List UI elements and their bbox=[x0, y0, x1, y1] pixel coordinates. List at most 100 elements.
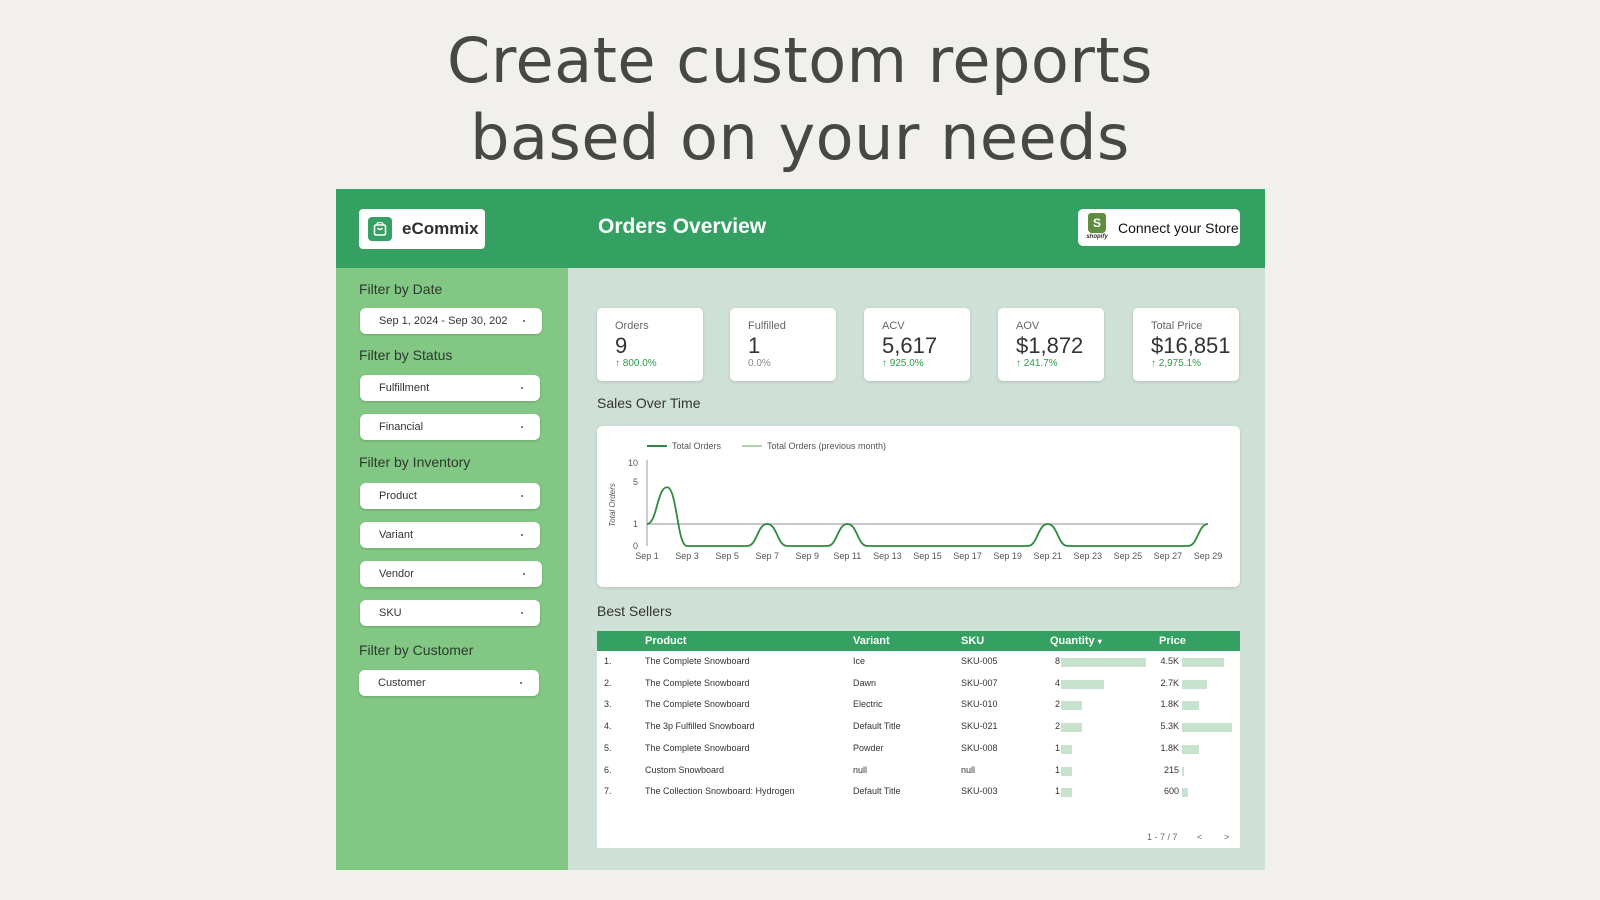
column-header-variant[interactable]: Variant bbox=[853, 635, 890, 647]
row-index: 7. bbox=[604, 786, 612, 797]
variant-label: Variant bbox=[379, 529, 414, 541]
quantity-bar bbox=[1061, 679, 1104, 689]
quantity-value: 2 bbox=[1055, 699, 1061, 710]
arrow-up-icon: ↑ bbox=[1016, 358, 1021, 369]
quantity-bar bbox=[1061, 701, 1083, 711]
brand-name: eCommix bbox=[402, 219, 479, 238]
x-tick-label: Sep 11 bbox=[833, 551, 861, 561]
kpi-change: ↑ 241.7% bbox=[1016, 358, 1058, 369]
table-row[interactable]: 1. The Complete Snowboard Ice SKU-005 8 4.5K bbox=[597, 652, 1240, 673]
x-tick-label: Sep 21 bbox=[1033, 551, 1062, 561]
kpi-label: Orders bbox=[615, 320, 649, 332]
sku-cell: null bbox=[961, 764, 976, 775]
product-cell: The Complete Snowboard bbox=[645, 699, 750, 710]
filter-status-title: Filter by Status bbox=[359, 347, 453, 363]
sku-cell: SKU-010 bbox=[961, 699, 998, 710]
row-index: 5. bbox=[604, 742, 612, 753]
row-index: 1. bbox=[604, 656, 612, 666]
sales-section-title: Sales Over Time bbox=[597, 395, 701, 411]
sku-label: SKU bbox=[379, 607, 402, 619]
product-cell: The Complete Snowboard bbox=[645, 656, 750, 666]
variant-cell: Default Title bbox=[853, 786, 901, 797]
x-tick-label: Sep 9 bbox=[796, 551, 820, 561]
y-tick-label: 0 bbox=[633, 541, 638, 551]
x-tick-label: Sep 25 bbox=[1114, 551, 1143, 561]
column-header-quantity[interactable]: Quantity ▾ bbox=[1050, 635, 1102, 647]
financial-label: Financial bbox=[379, 421, 424, 433]
sku-cell: SKU-005 bbox=[961, 656, 998, 666]
table-row[interactable]: 7. The Collection Snowboard: Hydrogen Defa… bbox=[597, 782, 1240, 803]
kpi-card-aov: AOV $1,872 ↑ 241.7% bbox=[998, 308, 1104, 381]
sku-cell: SKU-008 bbox=[961, 742, 998, 753]
table-row[interactable]: 2. The Complete Snowboard Dawn SKU-007 4 2.7K bbox=[597, 674, 1240, 695]
kpi-card-orders: Orders 9 ↑ 800.0% bbox=[597, 308, 703, 381]
column-header-sku[interactable]: SKU bbox=[961, 635, 984, 647]
headline-line-2: based on your needs bbox=[470, 101, 1130, 174]
product-dropdown[interactable]: Product bbox=[360, 483, 540, 509]
table-row[interactable]: 4. The 3p Fulfilled Snowboard Default Titl… bbox=[597, 717, 1240, 738]
table-row[interactable]: 5. The Complete Snowboard Powder SKU-008 1 1.… bbox=[597, 739, 1240, 760]
shopify-bag-icon: S bbox=[1088, 212, 1106, 233]
column-header-product[interactable]: Product bbox=[645, 635, 687, 647]
x-tick-label: Sep 27 bbox=[1154, 551, 1183, 561]
kpi-label: Fulfilled bbox=[748, 320, 786, 332]
product-cell: The Collection Snowboard: Hydrogen bbox=[645, 786, 795, 797]
x-tick-label: Sep 23 bbox=[1074, 551, 1103, 561]
shopify-icon: S shopify bbox=[1085, 212, 1109, 243]
variant-dropdown[interactable]: Variant bbox=[360, 522, 540, 548]
table-row[interactable]: 6. Custom Snowboard null null 1 215 bbox=[597, 761, 1240, 782]
sales-line-chart: 10510Total OrdersSep 1 Sep 3 Sep 5 Sep 7 Sep… bbox=[608, 441, 1222, 561]
prev-page-button[interactable]: < bbox=[1197, 832, 1202, 842]
quantity-value: 4 bbox=[1055, 677, 1061, 688]
price-value: 4.5K bbox=[1160, 656, 1179, 666]
chevron-down-icon bbox=[520, 682, 522, 684]
arrow-up-icon: ↑ bbox=[1151, 358, 1156, 369]
arrow-up-icon: ↑ bbox=[615, 358, 620, 369]
row-index: 3. bbox=[604, 699, 612, 710]
vendor-label: Vendor bbox=[379, 568, 414, 580]
chevron-down-icon bbox=[521, 612, 523, 614]
kpi-change: ↑ 2,975.1% bbox=[1151, 358, 1202, 369]
price-value: 2.7K bbox=[1160, 677, 1179, 688]
price-value: 1.8K bbox=[1160, 699, 1179, 710]
filter-inventory-title: Filter by Inventory bbox=[359, 454, 471, 470]
sku-dropdown[interactable]: SKU bbox=[360, 600, 540, 626]
connect-store-label: Connect your Store bbox=[1118, 219, 1239, 236]
chevron-down-icon bbox=[521, 426, 523, 428]
kpi-value: 5,617 bbox=[882, 333, 938, 358]
table-row[interactable]: 3. The Complete Snowboard Electric SKU-010 2… bbox=[597, 695, 1240, 716]
kpi-card-acv: ACV 5,617 ↑ 925.0% bbox=[864, 308, 970, 381]
quantity-bar bbox=[1061, 723, 1083, 733]
headline-line-1: Create custom reports bbox=[447, 24, 1153, 97]
price-bar bbox=[1182, 744, 1199, 754]
y-tick-label: 5 bbox=[633, 477, 638, 487]
customer-dropdown[interactable]: Customer bbox=[359, 670, 539, 696]
chevron-down-icon bbox=[521, 495, 523, 497]
chevron-down-icon bbox=[523, 573, 525, 575]
chevron-down-icon bbox=[521, 387, 523, 389]
kpi-card-total-price: Total Price $16,851 ↑ 2,975.1% bbox=[1133, 308, 1239, 381]
brand-logo[interactable]: eCommix bbox=[359, 209, 485, 249]
quantity-value: 1 bbox=[1055, 764, 1061, 775]
y-axis-label: Total Orders bbox=[608, 483, 617, 527]
fulfillment-dropdown[interactable]: Fulfillment bbox=[360, 375, 540, 401]
best-sellers-title: Best Sellers bbox=[597, 603, 672, 619]
y-tick-label: 1 bbox=[633, 519, 638, 529]
quantity-value: 1 bbox=[1055, 786, 1061, 797]
variant-cell: null bbox=[853, 764, 868, 775]
column-header-price[interactable]: Price bbox=[1159, 635, 1186, 647]
customer-label: Customer bbox=[378, 677, 426, 689]
financial-dropdown[interactable]: Financial bbox=[360, 414, 540, 440]
sku-cell: SKU-003 bbox=[961, 786, 998, 797]
shopping-bag-icon bbox=[368, 217, 392, 241]
date-range-dropdown[interactable]: Sep 1, 2024 - Sep 30, 2024 bbox=[360, 308, 542, 334]
kpi-label: Total Price bbox=[1151, 320, 1203, 332]
kpi-label: ACV bbox=[882, 320, 905, 332]
connect-store-button[interactable]: S shopify Connect your Store bbox=[1078, 209, 1240, 246]
sku-cell: SKU-007 bbox=[961, 677, 998, 688]
vendor-dropdown[interactable]: Vendor bbox=[360, 561, 542, 587]
next-page-button[interactable]: > bbox=[1224, 832, 1229, 842]
price-bar bbox=[1182, 658, 1225, 667]
filter-customer-title: Filter by Customer bbox=[359, 642, 474, 658]
x-tick-label: Sep 17 bbox=[953, 551, 982, 561]
